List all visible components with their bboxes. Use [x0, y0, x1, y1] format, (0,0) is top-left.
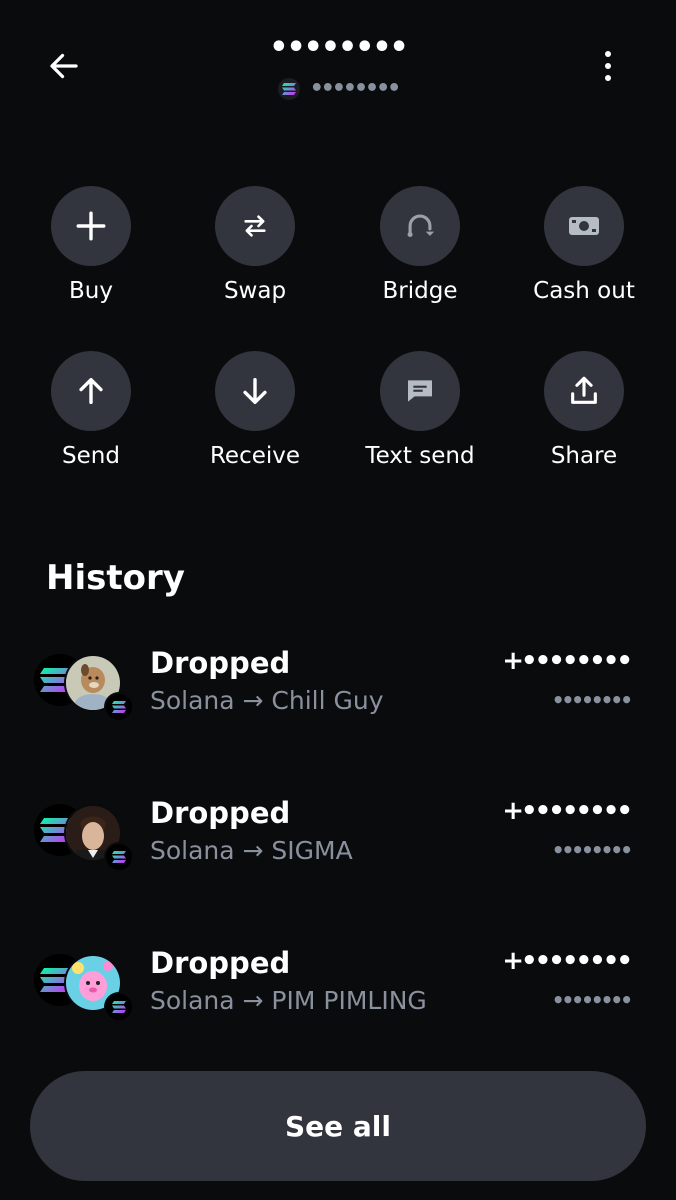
history-item-amount: +•••••••• [502, 796, 633, 826]
bridge-icon [407, 214, 435, 238]
history-item-value: •••••••• [551, 988, 633, 1012]
cash-out-button[interactable]: Cash out [502, 186, 666, 304]
receive-button[interactable]: Receive [173, 351, 337, 469]
history-item[interactable]: Dropped Solana → PIM PIMLING +•••••••• •… [0, 946, 676, 1046]
send-button-circle [51, 351, 131, 431]
share-icon [571, 376, 597, 404]
top-bar: •••••••• •••••••• [0, 0, 676, 130]
token-pair-avatar [34, 654, 134, 724]
send-button[interactable]: Send [9, 351, 173, 469]
history-heading: History [46, 558, 185, 598]
cash-icon [569, 217, 599, 235]
share-button-circle [544, 351, 624, 431]
wallet-address-row: •••••••• [0, 76, 676, 101]
message-icon [408, 380, 432, 402]
arrow-up-icon [79, 377, 103, 405]
solana-chain-badge-icon [104, 992, 134, 1022]
bridge-label: Bridge [382, 278, 458, 304]
history-item-value: •••••••• [551, 688, 633, 712]
cash-out-label: Cash out [533, 278, 635, 304]
history-item-amount: +•••••••• [502, 946, 633, 976]
swap-icon [244, 215, 266, 237]
swap-button-circle [215, 186, 295, 266]
history-item[interactable]: Dropped Solana → Chill Guy +•••••••• •••… [0, 646, 676, 746]
receive-label: Receive [209, 443, 301, 469]
arrow-down-icon [243, 377, 267, 405]
send-label: Send [62, 443, 120, 469]
history-item-title: Dropped [150, 796, 291, 830]
more-vertical-icon [605, 51, 611, 81]
token-pair-avatar [34, 954, 134, 1024]
text-send-button-circle [380, 351, 460, 431]
wallet-address: •••••••• [309, 76, 401, 101]
history-item-title: Dropped [150, 946, 291, 980]
swap-button[interactable]: Swap [173, 186, 337, 304]
history-item-title: Dropped [150, 646, 291, 680]
text-send-button[interactable]: Text send [338, 351, 502, 469]
buy-label: Buy [69, 278, 113, 304]
more-options-button[interactable] [588, 44, 628, 88]
history-item-subtitle: Solana → PIM PIMLING [150, 986, 427, 1015]
history-item-amount: +•••••••• [502, 646, 633, 676]
page-title: •••••••• [269, 30, 408, 65]
see-all-button[interactable]: See all [30, 1071, 646, 1181]
share-button[interactable]: Share [502, 351, 666, 469]
history-item-subtitle: Solana → Chill Guy [150, 686, 384, 715]
history-item[interactable]: Dropped Solana → SIGMA +•••••••• •••••••… [0, 796, 676, 896]
buy-button-circle [51, 186, 131, 266]
history-item-value: •••••••• [551, 838, 633, 862]
solana-chain-badge-icon [104, 842, 134, 872]
buy-button[interactable]: Buy [9, 186, 173, 304]
bridge-button-circle [380, 186, 460, 266]
receive-button-circle [215, 351, 295, 431]
text-send-label: Text send [365, 443, 475, 469]
share-label: Share [550, 443, 618, 469]
bridge-button[interactable]: Bridge [338, 186, 502, 304]
plus-icon [76, 211, 106, 241]
token-pair-avatar [34, 804, 134, 874]
solana-chain-badge-icon [104, 692, 134, 722]
cash-out-button-circle [544, 186, 624, 266]
swap-label: Swap [223, 278, 287, 304]
solana-icon [277, 77, 300, 100]
history-item-subtitle: Solana → SIGMA [150, 836, 353, 865]
